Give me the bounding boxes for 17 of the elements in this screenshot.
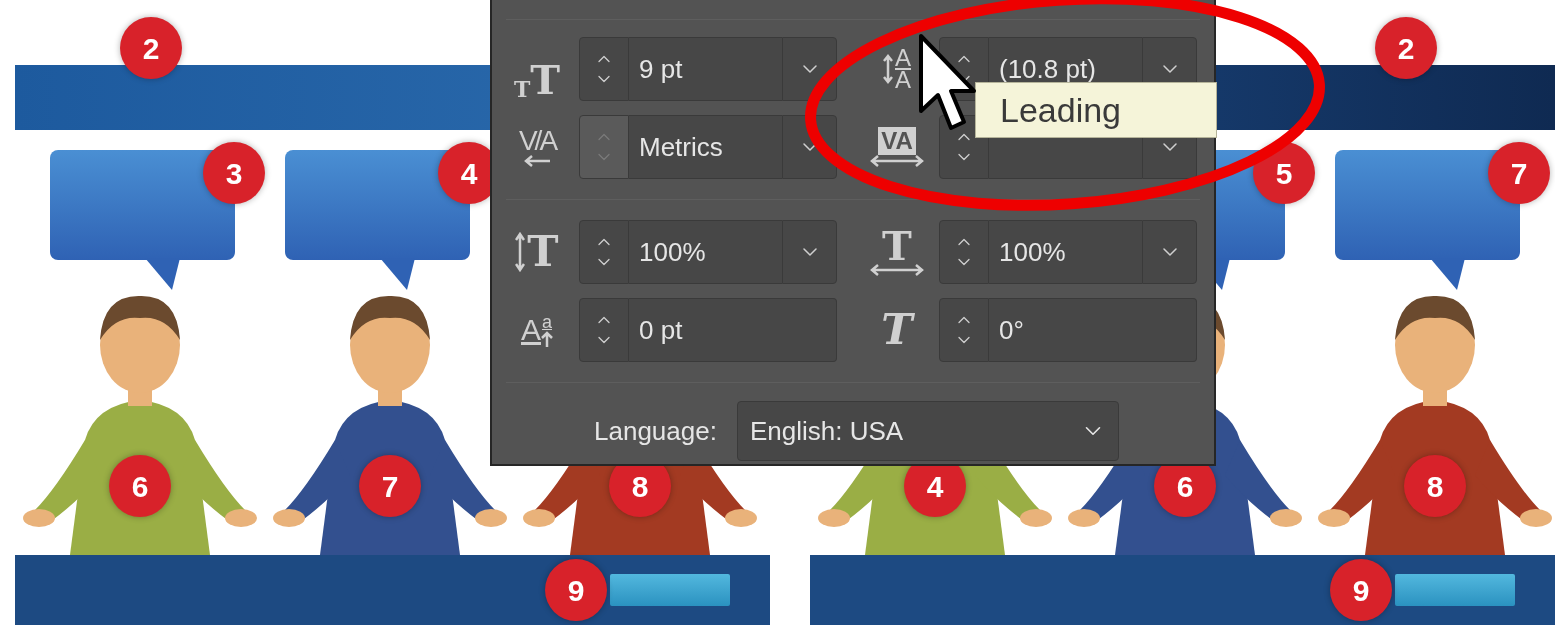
value-field[interactable]: 100% <box>989 220 1142 284</box>
number-badge: 7 <box>1488 142 1550 204</box>
tooltip: Leading <box>975 82 1217 138</box>
number-badge: 2 <box>1375 17 1437 79</box>
value-field[interactable]: 0° <box>989 298 1197 362</box>
value-field[interactable]: 0 pt <box>629 298 837 362</box>
font-size-icon: TT <box>506 38 568 100</box>
number-badge: 9 <box>1330 559 1392 621</box>
cursor-icon <box>918 33 978 133</box>
number-badge: 9 <box>545 559 607 621</box>
number-badge: 3 <box>203 142 265 204</box>
language-dropdown[interactable]: English: USA <box>736 401 1119 461</box>
value-field[interactable]: 9 pt <box>629 37 782 101</box>
language-label: Language: <box>594 414 717 448</box>
value-field[interactable]: 100% <box>629 220 782 284</box>
number-badge: 2 <box>120 17 182 79</box>
skew-icon: T <box>866 299 928 361</box>
